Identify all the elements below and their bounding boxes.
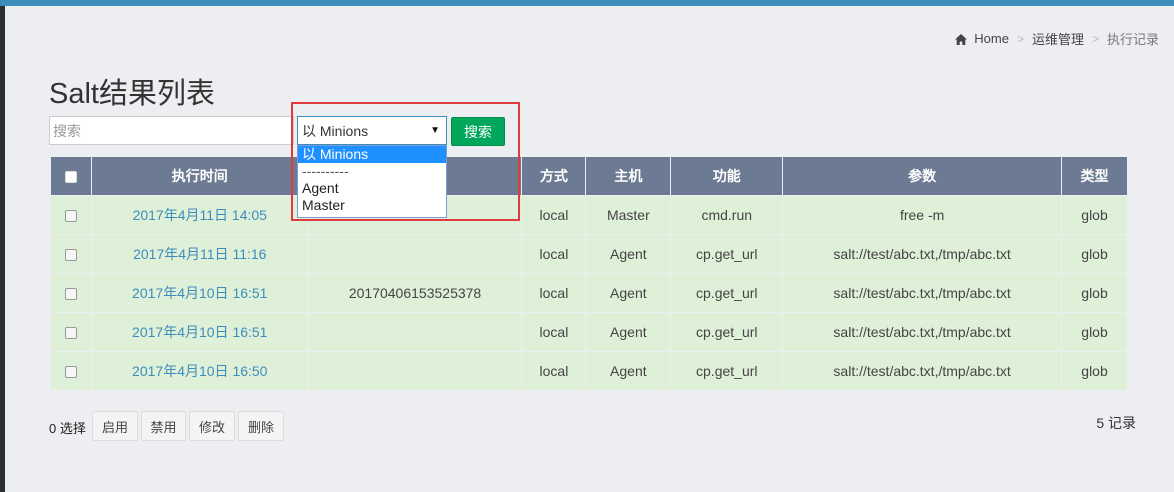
row-select-cell[interactable] xyxy=(50,195,92,235)
function-cell: cp.get_url xyxy=(670,273,784,313)
row-select-cell[interactable] xyxy=(50,351,92,391)
jid-cell: 20170406153525378 xyxy=(307,273,523,313)
column-header-time[interactable]: 执行时间 xyxy=(90,156,309,196)
args-cell: salt://test/abc.txt,/tmp/abc.txt xyxy=(782,273,1063,313)
top-bar xyxy=(0,0,1174,6)
args-cell: salt://test/abc.txt,/tmp/abc.txt xyxy=(782,234,1063,274)
jid-cell xyxy=(307,351,523,391)
edit-button[interactable]: 修改 xyxy=(189,411,235,441)
time-link[interactable]: 2017年4月10日 16:50 xyxy=(90,351,309,391)
breadcrumb-separator: > xyxy=(1016,31,1024,46)
row-checkbox[interactable] xyxy=(64,327,77,340)
breadcrumb: Home > 运维管理 > 执行记录 xyxy=(955,29,1159,48)
function-cell: cp.get_url xyxy=(670,234,784,274)
host-cell: Master xyxy=(585,195,672,235)
row-checkbox[interactable] xyxy=(64,288,77,301)
table-row: 2017年4月11日 11:16 local Agent cp.get_url … xyxy=(50,234,1128,274)
host-cell: Agent xyxy=(585,351,672,391)
time-link[interactable]: 2017年4月11日 11:16 xyxy=(90,234,309,274)
jid-cell xyxy=(307,234,523,274)
target-select-value: 以 Minions xyxy=(302,122,369,139)
row-select-cell[interactable] xyxy=(50,234,92,274)
jid-cell xyxy=(307,312,523,352)
row-select-cell[interactable] xyxy=(50,312,92,352)
table-header-row: 执行时间 方式 主机 功能 参数 类型 xyxy=(50,156,1128,196)
function-cell: cmd.run xyxy=(670,195,784,235)
target-select[interactable]: 以 Minions ▼ xyxy=(297,116,447,145)
type-cell: glob xyxy=(1061,234,1128,274)
column-header-host[interactable]: 主机 xyxy=(585,156,672,196)
column-header-args[interactable]: 参数 xyxy=(782,156,1063,196)
host-cell: Agent xyxy=(585,273,672,313)
selected-count: 0 选择 xyxy=(49,421,86,436)
function-cell: cp.get_url xyxy=(670,351,784,391)
select-all-cell[interactable] xyxy=(50,156,92,196)
breadcrumb-home[interactable]: Home xyxy=(974,31,1009,46)
host-cell: Agent xyxy=(585,312,672,352)
table-row: 2017年4月10日 16:50 local Agent cp.get_url … xyxy=(50,351,1128,391)
table-row: 2017年4月10日 16:51 20170406153525378 local… xyxy=(50,273,1128,313)
page-title: Salt结果列表 xyxy=(49,78,215,110)
home-icon xyxy=(955,33,968,45)
row-checkbox[interactable] xyxy=(64,210,77,223)
delete-button[interactable]: 删除 xyxy=(238,411,284,441)
method-cell: local xyxy=(521,195,587,235)
disable-button[interactable]: 禁用 xyxy=(141,411,186,441)
record-count: 5 记录 xyxy=(1096,415,1136,431)
breadcrumb-current: 执行记录 xyxy=(1106,32,1159,47)
row-checkbox[interactable] xyxy=(64,249,77,262)
type-cell: glob xyxy=(1061,351,1128,391)
option-minions[interactable]: 以 Minions xyxy=(298,146,446,163)
column-header-method[interactable]: 方式 xyxy=(521,156,587,196)
method-cell: local xyxy=(521,273,587,313)
select-all-checkbox[interactable] xyxy=(64,171,77,184)
args-cell: free -m xyxy=(782,195,1063,235)
type-cell: glob xyxy=(1061,195,1128,235)
option-master[interactable]: Master xyxy=(298,197,446,214)
type-cell: glob xyxy=(1061,273,1128,313)
args-cell: salt://test/abc.txt,/tmp/abc.txt xyxy=(782,351,1063,391)
table-row: 2017年4月10日 16:51 local Agent cp.get_url … xyxy=(50,312,1128,352)
left-edge xyxy=(0,6,5,492)
method-cell: local xyxy=(521,312,587,352)
option-separator: ---------- xyxy=(302,163,349,179)
breadcrumb-ops[interactable]: 运维管理 xyxy=(1032,29,1084,48)
time-link[interactable]: 2017年4月10日 16:51 xyxy=(90,273,309,313)
breadcrumb-separator: > xyxy=(1091,31,1099,46)
method-cell: local xyxy=(521,351,587,391)
row-select-cell[interactable] xyxy=(50,273,92,313)
args-cell: salt://test/abc.txt,/tmp/abc.txt xyxy=(782,312,1063,352)
search-button[interactable]: 搜索 xyxy=(451,117,505,146)
row-checkbox[interactable] xyxy=(64,366,77,379)
type-cell: glob xyxy=(1061,312,1128,352)
table-row: 2017年4月11日 14:05 local Master cmd.run fr… xyxy=(50,195,1128,235)
dropdown-arrow-icon: ▼ xyxy=(430,125,440,136)
column-header-function[interactable]: 功能 xyxy=(670,156,784,196)
search-input[interactable] xyxy=(49,116,294,145)
column-header-type[interactable]: 类型 xyxy=(1061,156,1128,196)
option-agent[interactable]: Agent xyxy=(298,180,446,197)
target-select-options[interactable]: 以 Minions ---------- Agent Master xyxy=(297,145,447,218)
time-link[interactable]: 2017年4月10日 16:51 xyxy=(90,312,309,352)
method-cell: local xyxy=(521,234,587,274)
results-table: 执行时间 方式 主机 功能 参数 类型 2017年4月11日 14:05 loc… xyxy=(50,156,1128,391)
host-cell: Agent xyxy=(585,234,672,274)
time-link[interactable]: 2017年4月11日 14:05 xyxy=(90,195,309,235)
enable-button[interactable]: 启用 xyxy=(92,411,138,441)
function-cell: cp.get_url xyxy=(670,312,784,352)
